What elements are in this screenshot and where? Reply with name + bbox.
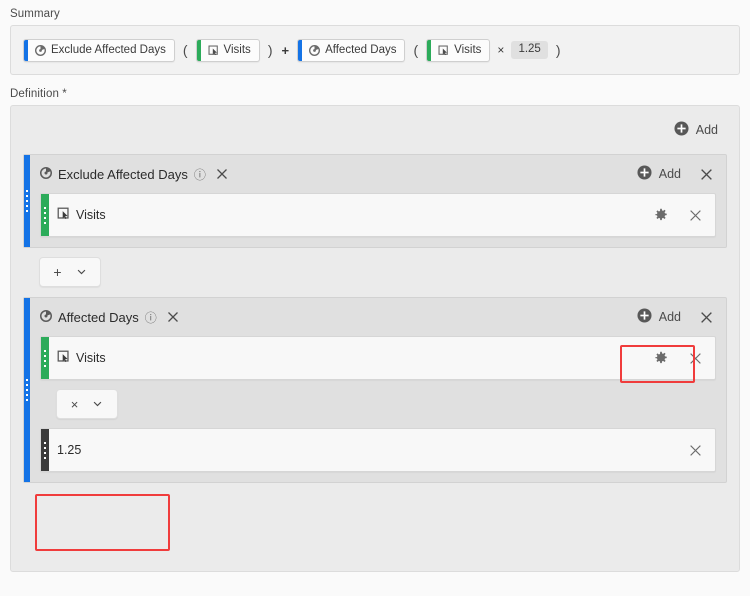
add-item-button-highlighted[interactable]: Add: [632, 305, 686, 329]
metric-row-actions: [651, 205, 705, 225]
chevron-down-icon: [92, 397, 103, 412]
metric-row-visits[interactable]: Visits: [40, 193, 716, 237]
metric-pill-visits[interactable]: Visits: [426, 38, 491, 62]
segment-icon: [35, 44, 46, 56]
close-paren: ): [267, 42, 273, 58]
container-header: Affected Days ⓘ Add: [40, 298, 716, 336]
drag-dots-icon: [44, 441, 46, 459]
chevron-down-icon: [76, 265, 87, 280]
add-container-label: Add: [695, 123, 718, 137]
operator-plus-dropdown[interactable]: +: [39, 257, 101, 287]
pill-label: Affected Days: [325, 44, 397, 56]
static-value-actions: [685, 440, 705, 460]
container-title-label: Exclude Affected Days: [58, 166, 188, 182]
add-item-label: Add: [658, 167, 681, 181]
metric-row-label: Visits: [76, 351, 106, 365]
metric-drag-handle[interactable]: [41, 194, 49, 236]
summary-panel: Exclude Affected Days ( Visits ) + Affec…: [10, 25, 740, 75]
add-circle-icon: [637, 165, 652, 183]
pill-label: Visits: [454, 44, 482, 56]
metric-row-visits[interactable]: Visits: [40, 336, 716, 380]
metric-icon: [208, 44, 219, 56]
open-paren: (: [413, 42, 419, 58]
segment-icon: [309, 44, 321, 56]
calculated-metric-builder: Summary Exclude Affected Days ( Visits )…: [0, 0, 750, 596]
segment-color-edge: [24, 39, 28, 61]
segment-pill-exclude-affected-days[interactable]: Exclude Affected Days: [23, 38, 175, 62]
container-title: Exclude Affected Days ⓘ: [40, 164, 232, 184]
close-paren: ): [555, 42, 561, 58]
remove-static-value-icon[interactable]: [685, 440, 705, 460]
info-icon[interactable]: ⓘ: [194, 166, 206, 183]
operator-plus: +: [281, 42, 290, 58]
remove-metric-icon[interactable]: [685, 348, 705, 368]
remove-container-icon[interactable]: [696, 307, 716, 327]
clear-container-icon[interactable]: [212, 164, 232, 184]
container-exclude-affected-days: Exclude Affected Days ⓘ Add Visits: [23, 154, 727, 248]
static-value-row[interactable]: 1.25: [40, 428, 716, 472]
static-value-label-wrap: 1.25: [57, 443, 685, 457]
summary-formula: Exclude Affected Days ( Visits ) + Affec…: [23, 38, 562, 62]
metric-icon: [57, 207, 70, 223]
remove-container-icon[interactable]: [696, 164, 716, 184]
metric-icon: [57, 350, 70, 366]
static-value-drag-handle[interactable]: [41, 429, 49, 471]
definition-label: Definition *: [10, 88, 67, 100]
operator-multiply: ×: [497, 43, 505, 57]
add-circle-icon: [674, 121, 689, 139]
metric-color-edge: [427, 39, 432, 61]
container-affected-days: Affected Days ⓘ Add Visits × 1.25: [23, 297, 727, 483]
open-paren: (: [182, 42, 188, 58]
metric-row-label-wrap: Visits: [57, 207, 651, 223]
add-item-label: Add: [658, 310, 681, 324]
info-icon[interactable]: ⓘ: [145, 309, 157, 326]
segment-pill-affected-days[interactable]: Affected Days: [297, 38, 406, 62]
metric-row-label: Visits: [76, 208, 106, 222]
metric-row-label-wrap: Visits: [57, 350, 651, 366]
segment-color-edge: [298, 39, 303, 61]
segment-icon: [40, 309, 52, 325]
add-container-button[interactable]: Add: [669, 118, 723, 142]
pill-label: Exclude Affected Days: [51, 44, 166, 56]
metric-drag-handle[interactable]: [41, 337, 49, 379]
remove-metric-icon[interactable]: [685, 205, 705, 225]
drag-dots-icon: [44, 349, 46, 367]
metric-icon: [438, 44, 449, 56]
metric-row-actions: [651, 348, 705, 368]
operator-multiply-dropdown[interactable]: ×: [56, 389, 118, 419]
gear-icon[interactable]: [651, 205, 671, 225]
segment-icon: [40, 166, 52, 182]
container-header: Exclude Affected Days ⓘ Add: [40, 155, 716, 193]
container-drag-handle[interactable]: [24, 155, 30, 247]
static-value: 1.25: [511, 41, 548, 59]
definition-toolbar: Add: [23, 116, 727, 144]
gear-icon[interactable]: [651, 348, 671, 368]
operator-symbol: ×: [70, 396, 79, 412]
container-title-label: Affected Days: [58, 309, 139, 325]
clear-container-icon[interactable]: [163, 307, 183, 327]
definition-panel: Add Exclude Affected Days ⓘ Add Visits +…: [10, 105, 740, 572]
container-title: Affected Days ⓘ: [40, 307, 183, 327]
metric-color-edge: [196, 39, 201, 61]
drag-dots-icon: [44, 206, 46, 224]
operator-row-2: ×: [24, 380, 716, 419]
container-header-actions: Add: [632, 162, 716, 186]
add-item-button[interactable]: Add: [632, 162, 686, 186]
summary-label: Summary: [10, 8, 60, 20]
container-header-actions: Add: [632, 305, 716, 329]
operator-symbol: +: [53, 264, 62, 280]
add-circle-icon: [637, 308, 652, 326]
static-value-label[interactable]: 1.25: [57, 443, 81, 457]
drag-dots-icon: [26, 190, 28, 212]
operator-row-1: +: [23, 248, 727, 287]
pill-label: Visits: [223, 44, 251, 56]
metric-pill-visits[interactable]: Visits: [195, 38, 260, 62]
